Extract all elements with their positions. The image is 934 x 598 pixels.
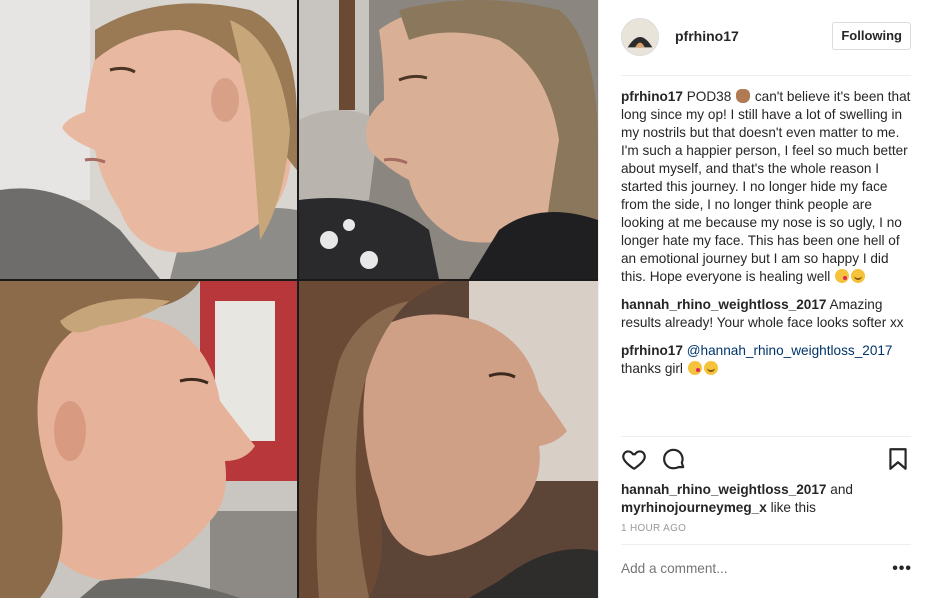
comment-author[interactable]: pfrhino17 (621, 343, 683, 358)
comment-text: can't believe it's been that long since … (621, 89, 911, 284)
likes-summary: hannah_rhino_weightloss_2017 and myrhino… (621, 481, 911, 517)
smiling-face-emoji-icon (703, 361, 718, 375)
comment-item: hannah_rhino_weightloss_2017 Amazing res… (621, 296, 911, 332)
raised-hand-emoji-icon (736, 89, 751, 103)
post-author-username[interactable]: pfrhino17 (675, 28, 739, 44)
post-actions (621, 446, 911, 474)
post-photo-collage[interactable] (0, 0, 598, 598)
ellipsis-icon[interactable]: ••• (892, 560, 912, 578)
photo-profile-top-right (299, 0, 598, 279)
smiling-face-emoji-icon (851, 269, 866, 283)
liker-username[interactable]: hannah_rhino_weightloss_2017 (621, 482, 826, 497)
comment-bubble-icon[interactable] (661, 446, 687, 472)
comment-text: POD38 (682, 89, 736, 104)
comment-author[interactable]: pfrhino17 (621, 89, 683, 104)
header-divider (621, 75, 911, 76)
comment-input-divider (621, 544, 911, 545)
photo-profile-bottom-right (299, 281, 598, 598)
liker-username[interactable]: myrhinojourneymeg_x (621, 500, 767, 515)
likes-suffix-text: like this (766, 500, 816, 515)
following-button[interactable]: Following (832, 22, 911, 50)
avatar[interactable] (621, 18, 659, 56)
post-sidebar: pfrhino17 Following pfrhino17 POD38 can'… (598, 0, 934, 598)
heart-icon[interactable] (621, 446, 647, 472)
comment-item: pfrhino17 @hannah_rhino_weightloss_2017 … (621, 342, 911, 378)
add-comment-input[interactable] (621, 561, 881, 576)
actions-divider (621, 436, 911, 437)
comment-author[interactable]: hannah_rhino_weightloss_2017 (621, 297, 826, 312)
comment-text: thanks girl (621, 361, 687, 376)
post-header: pfrhino17 Following (621, 16, 911, 58)
caption-comment: pfrhino17 POD38 can't believe it's been … (621, 88, 911, 286)
photo-profile-bottom-left (0, 281, 297, 598)
instagram-post: pfrhino17 Following pfrhino17 POD38 can'… (0, 0, 934, 598)
comments-list: pfrhino17 POD38 can't believe it's been … (621, 88, 911, 388)
post-timestamp[interactable]: 1 HOUR AGO (621, 523, 686, 534)
kissing-face-emoji-icon (835, 269, 850, 283)
bookmark-icon[interactable] (885, 446, 911, 472)
likes-and-text: and (826, 482, 853, 497)
comment-mention[interactable]: @hannah_rhino_weightloss_2017 (687, 343, 893, 358)
kissing-face-emoji-icon (687, 361, 702, 375)
photo-profile-top-left (0, 0, 297, 279)
